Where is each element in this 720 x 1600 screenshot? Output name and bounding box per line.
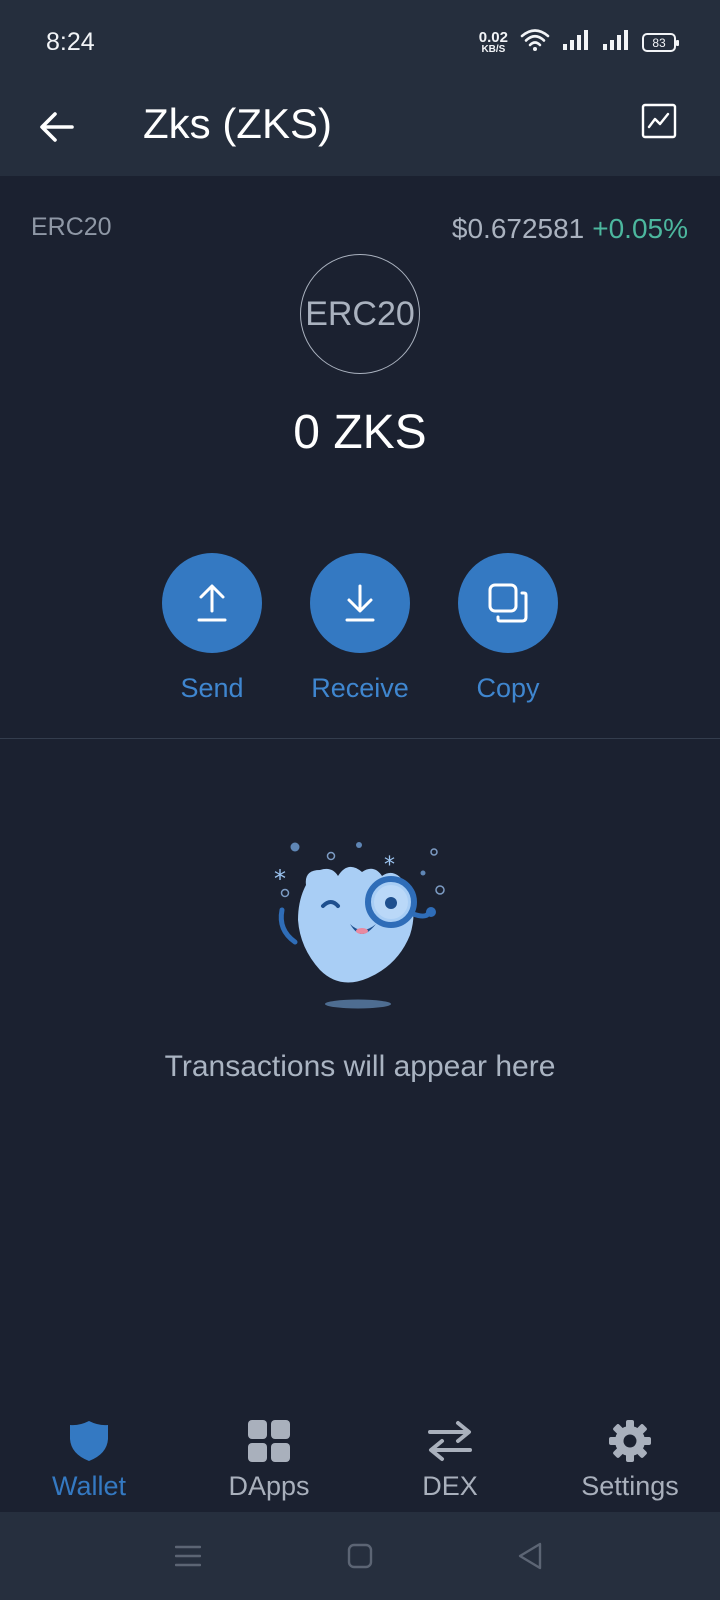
chart-icon — [641, 103, 677, 139]
status-bar: 8:24 0.02 KB/S 83 — [0, 0, 720, 86]
signal-icon — [562, 29, 590, 56]
send-label: Send — [180, 673, 244, 703]
token-balance: 0 ZKS — [293, 406, 427, 459]
grid-icon — [245, 1417, 293, 1465]
back-triangle-icon[interactable] — [512, 1538, 548, 1574]
price-row: $0.672581 +0.05% — [452, 213, 688, 245]
nav-dex-label: DEX — [422, 1471, 478, 1501]
wifi-icon — [520, 28, 550, 57]
price-change: +0.05% — [592, 213, 688, 244]
gear-icon — [606, 1417, 654, 1465]
nav-wallet-label: Wallet — [51, 1471, 126, 1501]
nav-dapps[interactable]: DApps — [199, 1417, 339, 1502]
bottom-nav: Wallet DApps DEX Settings — [0, 1405, 720, 1510]
upload-arrow-icon — [197, 584, 227, 622]
system-nav-bar — [0, 1512, 720, 1600]
swap-arrows-icon — [426, 1417, 474, 1465]
nav-dex[interactable]: DEX — [380, 1417, 520, 1502]
status-icons: 0.02 KB/S 83 — [479, 28, 679, 57]
page-title: Zks (ZKS) — [143, 100, 332, 147]
home-icon[interactable] — [342, 1538, 378, 1574]
battery-icon: 83 — [642, 33, 679, 52]
menu-icon[interactable] — [170, 1538, 206, 1574]
nav-wallet[interactable]: Wallet — [19, 1417, 159, 1502]
shield-icon — [65, 1417, 113, 1465]
empty-transactions-illustration: * * — [274, 842, 445, 1009]
nav-dapps-label: DApps — [228, 1471, 310, 1501]
copy-button-circle[interactable] — [458, 553, 558, 653]
download-arrow-icon — [345, 584, 375, 622]
network-speed-unit: KB/S — [481, 44, 506, 55]
back-button[interactable] — [34, 104, 80, 150]
app-header: Zks (ZKS) — [0, 86, 720, 176]
receive-button-circle[interactable] — [310, 553, 410, 653]
token-logo-text: ERC20 — [305, 294, 415, 333]
send-button-circle[interactable] — [162, 553, 262, 653]
arrow-left-icon — [40, 112, 74, 142]
network-speed: 0.02 KB/S — [479, 30, 508, 55]
empty-state-message: Transactions will appear here — [164, 1050, 556, 1083]
copy-button[interactable]: Copy — [458, 553, 558, 704]
signal-icon — [602, 29, 630, 56]
status-time: 8:24 — [46, 28, 95, 56]
network-speed-value: 0.02 — [478, 29, 508, 46]
receive-button[interactable]: Receive — [310, 553, 410, 704]
receive-label: Receive — [311, 673, 409, 703]
token-network: ERC20 — [31, 213, 112, 241]
nav-settings-label: Settings — [581, 1471, 679, 1501]
battery-level: 83 — [652, 35, 666, 50]
copy-label: Copy — [476, 673, 540, 703]
token-logo: ERC20 — [300, 254, 420, 374]
nav-settings[interactable]: Settings — [560, 1417, 700, 1502]
svg-text:*: * — [274, 865, 286, 893]
send-button[interactable]: Send — [162, 553, 262, 704]
token-price: $0.672581 — [451, 213, 585, 244]
divider — [0, 738, 720, 739]
price-chart-button[interactable] — [640, 102, 678, 140]
copy-icon — [488, 583, 528, 623]
